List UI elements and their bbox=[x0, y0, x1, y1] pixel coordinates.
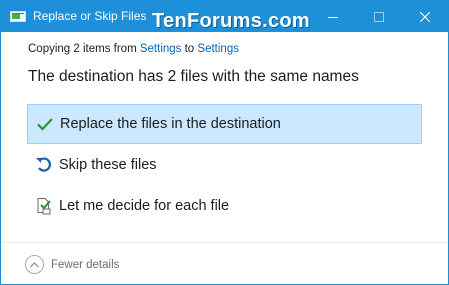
decide-files-icon bbox=[37, 198, 51, 215]
decide-each-file-option[interactable]: Let me decide for each file bbox=[27, 186, 422, 226]
summary-to: to bbox=[181, 43, 198, 55]
minimize-icon bbox=[328, 16, 338, 18]
watermark: TenForums.com bbox=[152, 10, 310, 32]
window-title: Replace or Skip Files bbox=[33, 9, 147, 23]
minimize-button[interactable] bbox=[310, 1, 356, 32]
maximize-icon bbox=[374, 11, 384, 22]
fewer-details-button[interactable]: Fewer details bbox=[25, 255, 119, 274]
conflict-headline: The destination has 2 files with the sam… bbox=[28, 68, 359, 85]
skip-files-label: Skip these files bbox=[59, 157, 157, 173]
dialog-footer: Fewer details bbox=[1, 242, 448, 284]
copy-files-icon bbox=[10, 11, 26, 22]
source-folder-link[interactable]: Settings bbox=[140, 43, 182, 55]
close-icon bbox=[420, 11, 430, 22]
decide-each-file-label: Let me decide for each file bbox=[59, 198, 230, 214]
skip-arrow-icon bbox=[36, 157, 51, 172]
checkmark-icon bbox=[37, 118, 53, 131]
copy-summary: Copying 2 items from Settings to Setting… bbox=[28, 43, 239, 55]
replace-files-label: Replace the files in the destination bbox=[60, 116, 281, 132]
summary-prefix: Copying 2 items from bbox=[28, 43, 140, 55]
title-bar[interactable]: Replace or Skip Files TenForums.com bbox=[1, 1, 448, 32]
close-button[interactable] bbox=[402, 1, 448, 32]
replace-files-option[interactable]: Replace the files in the destination bbox=[27, 104, 422, 144]
fewer-details-label: Fewer details bbox=[51, 258, 120, 271]
replace-or-skip-dialog: Replace or Skip Files TenForums.com Copy… bbox=[0, 0, 449, 285]
skip-files-option[interactable]: Skip these files bbox=[27, 145, 422, 185]
chevron-up-icon bbox=[25, 255, 44, 274]
destination-folder-link[interactable]: Settings bbox=[197, 43, 239, 55]
maximize-button[interactable] bbox=[356, 1, 402, 32]
